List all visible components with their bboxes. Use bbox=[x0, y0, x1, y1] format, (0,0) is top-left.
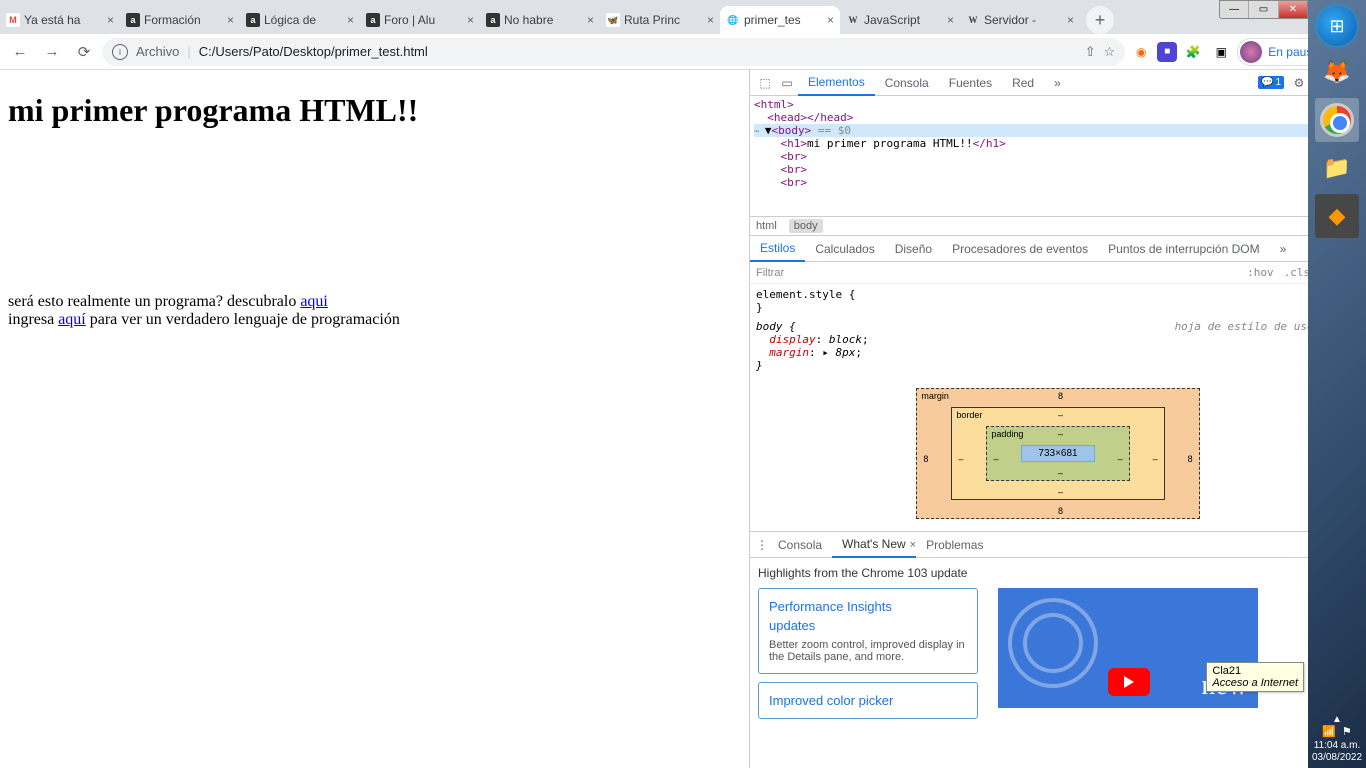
devtools-tab-network[interactable]: Red bbox=[1002, 70, 1044, 96]
filter-input[interactable]: Filtrar bbox=[756, 267, 784, 279]
cls-toggle[interactable]: .cls bbox=[1284, 266, 1311, 279]
dom-tree[interactable]: <html> <head></head> ⋯ ▼<body> == $0 <h1… bbox=[750, 96, 1366, 216]
close-icon[interactable]: × bbox=[707, 13, 714, 27]
breadcrumb[interactable]: html body bbox=[750, 216, 1366, 236]
inspect-icon[interactable]: ⬚ bbox=[754, 76, 776, 90]
tab-2[interactable]: aLógica de× bbox=[240, 6, 360, 34]
styles-filter-row: Filtrar :hov .cls + ▭ ◨ bbox=[750, 262, 1366, 284]
system-tray[interactable]: ▲ 📶 ⚑ 11:04 a.m. 03/08/2022 bbox=[1308, 710, 1366, 768]
close-icon[interactable]: × bbox=[107, 13, 114, 27]
settings-icon[interactable]: ⚙ bbox=[1288, 76, 1310, 90]
reload-button[interactable]: ⟳ bbox=[70, 38, 98, 66]
address-bar[interactable]: i Archivo | C:/Users/Pato/Desktop/primer… bbox=[102, 38, 1125, 66]
close-button[interactable]: ✕ bbox=[1279, 1, 1307, 18]
clock-date[interactable]: 03/08/2022 bbox=[1308, 752, 1366, 763]
tray-arrow-icon[interactable]: ▲ bbox=[1308, 714, 1366, 725]
devtools-header: ⬚ ▭ Elementos Consola Fuentes Red » 💬 1 … bbox=[750, 70, 1366, 96]
url-label: Archivo bbox=[136, 44, 179, 59]
taskbar-chrome-icon[interactable] bbox=[1315, 98, 1359, 142]
new-tab-button[interactable]: + bbox=[1086, 6, 1114, 34]
devtools-tabs-more[interactable]: » bbox=[1044, 70, 1071, 96]
tab-6-active[interactable]: 🌐primer_tes× bbox=[720, 6, 840, 34]
extension-cast-icon[interactable]: ▣ bbox=[1209, 40, 1233, 64]
taskbar-explorer-icon[interactable]: 📁 bbox=[1315, 146, 1359, 190]
issues-badge[interactable]: 💬 1 bbox=[1258, 76, 1284, 89]
page-content: mi primer programa HTML!! será esto real… bbox=[0, 70, 749, 768]
close-icon[interactable]: × bbox=[587, 13, 594, 27]
card-colorpicker[interactable]: Improved color picker bbox=[758, 682, 978, 719]
close-icon[interactable]: × bbox=[947, 13, 954, 27]
close-icon[interactable]: × bbox=[1067, 13, 1074, 27]
style-rules[interactable]: element.style { } hoja de estilo de user… bbox=[750, 284, 1366, 376]
back-button[interactable]: ← bbox=[6, 38, 34, 66]
box-model: margin 8 8 8 8 border – – – – padding – … bbox=[750, 376, 1366, 531]
network-icon[interactable]: 📶 bbox=[1322, 725, 1336, 738]
drawer-menu-icon[interactable]: ⋮ bbox=[756, 538, 768, 552]
hov-toggle[interactable]: :hov bbox=[1247, 266, 1274, 279]
tab-8[interactable]: WServidor -× bbox=[960, 6, 1080, 34]
close-icon[interactable]: × bbox=[467, 13, 474, 27]
box-model-content: 733×681 bbox=[1021, 445, 1094, 462]
extension-icon[interactable]: ■ bbox=[1157, 42, 1177, 62]
maximize-button[interactable]: ▭ bbox=[1249, 1, 1278, 18]
flag-icon[interactable]: ⚑ bbox=[1342, 725, 1352, 738]
tab-7[interactable]: WJavaScript× bbox=[840, 6, 960, 34]
link-aqui-2[interactable]: aquí bbox=[58, 311, 86, 328]
highlights-title: Highlights from the Chrome 103 update bbox=[758, 566, 1358, 580]
drawer-tab-problemas[interactable]: Problemas bbox=[916, 538, 993, 552]
tab-3[interactable]: aForo | Alu× bbox=[360, 6, 480, 34]
crumb-body[interactable]: body bbox=[789, 219, 823, 233]
drawer-tab-whatsnew[interactable]: What's New bbox=[832, 532, 916, 558]
styles-tab-calculados[interactable]: Calculados bbox=[805, 236, 884, 262]
play-icon[interactable] bbox=[1108, 668, 1150, 696]
minimize-button[interactable]: — bbox=[1220, 1, 1249, 18]
styles-tab-eventos[interactable]: Procesadores de eventos bbox=[942, 236, 1098, 262]
tab-4[interactable]: aNo habre× bbox=[480, 6, 600, 34]
bookmark-icon[interactable]: ☆ bbox=[1104, 44, 1116, 60]
tab-5[interactable]: 🦋Ruta Princ× bbox=[600, 6, 720, 34]
close-icon[interactable]: × bbox=[347, 13, 354, 27]
tab-0[interactable]: MYa está ha× bbox=[0, 6, 120, 34]
devtools-drawer: ⋮ Consola What's New× Problemas ✕ Highli… bbox=[750, 531, 1366, 727]
devtools-tab-sources[interactable]: Fuentes bbox=[939, 70, 1002, 96]
crumb-html[interactable]: html bbox=[756, 220, 777, 232]
page-heading: mi primer programa HTML!! bbox=[8, 92, 741, 129]
card-performance[interactable]: Performance Insights updates Better zoom… bbox=[758, 588, 978, 674]
toolbar: ← → ⟳ i Archivo | C:/Users/Pato/Desktop/… bbox=[0, 34, 1366, 70]
taskbar-sublime-icon[interactable]: ◆ bbox=[1315, 194, 1359, 238]
drawer-tab-consola[interactable]: Consola bbox=[768, 538, 832, 552]
device-toggle-icon[interactable]: ▭ bbox=[776, 76, 798, 90]
taskbar-firefox-icon[interactable]: 🦊 bbox=[1315, 50, 1359, 94]
network-tooltip: Cla21 Acceso a Internet bbox=[1206, 662, 1304, 692]
close-icon[interactable]: × bbox=[227, 13, 234, 27]
devtools-tab-elements[interactable]: Elementos bbox=[798, 70, 875, 96]
start-button[interactable]: ⊞ bbox=[1317, 6, 1357, 46]
clock-time[interactable]: 11:04 a.m. bbox=[1308, 740, 1366, 751]
extensions-icon[interactable]: 🧩 bbox=[1181, 40, 1205, 64]
styles-tab-estilos[interactable]: Estilos bbox=[750, 236, 805, 262]
devtools-tab-console[interactable]: Consola bbox=[875, 70, 939, 96]
styles-tab-diseno[interactable]: Diseño bbox=[885, 236, 942, 262]
forward-button[interactable]: → bbox=[38, 38, 66, 66]
share-icon[interactable]: ⇧ bbox=[1085, 44, 1096, 60]
close-icon[interactable]: × bbox=[827, 13, 834, 27]
page-line-2: ingresa aquí para ver un verdadero lengu… bbox=[8, 311, 741, 329]
site-info-icon[interactable]: i bbox=[112, 44, 128, 60]
tab-1[interactable]: aFormación× bbox=[120, 6, 240, 34]
styles-tab-breakpoints[interactable]: Puntos de interrupción DOM bbox=[1098, 236, 1269, 262]
page-line-1: será esto realmente un programa? descubr… bbox=[8, 293, 741, 311]
styles-tabs: Estilos Calculados Diseño Procesadores d… bbox=[750, 236, 1366, 262]
window-controls[interactable]: — ▭ ✕ bbox=[1219, 0, 1308, 19]
link-aqui-1[interactable]: aqui bbox=[300, 293, 328, 310]
windows-taskbar: ⊞ 🦊 📁 ◆ ▲ 📶 ⚑ 11:04 a.m. 03/08/2022 bbox=[1308, 0, 1366, 768]
url-path: C:/Users/Pato/Desktop/primer_test.html bbox=[199, 44, 428, 59]
tab-strip: MYa está ha× aFormación× aLógica de× aFo… bbox=[0, 0, 1366, 34]
avatar-icon bbox=[1240, 41, 1262, 63]
extension-adblock-icon[interactable]: ◉ bbox=[1129, 40, 1153, 64]
styles-tabs-more[interactable]: » bbox=[1270, 236, 1297, 262]
